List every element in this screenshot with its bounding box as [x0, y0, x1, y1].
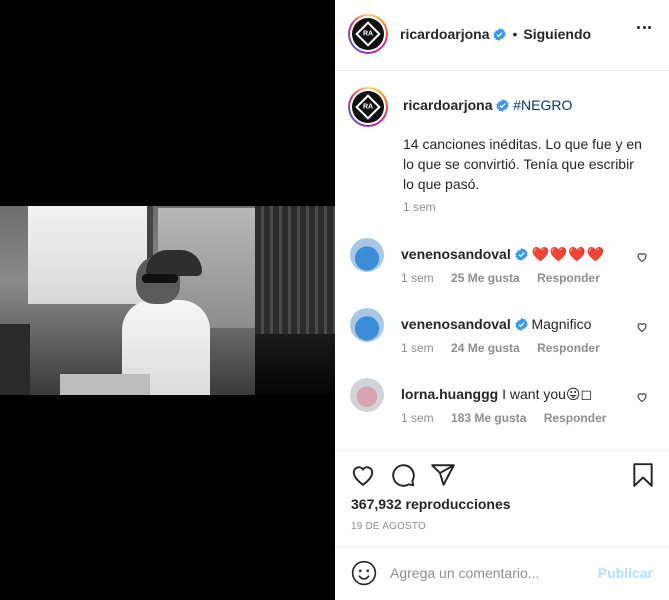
comment-likes[interactable]: 183 Me gusta: [451, 411, 526, 425]
following-button[interactable]: Siguiendo: [523, 26, 591, 42]
comment-username[interactable]: venenosandoval: [401, 246, 511, 262]
comment-body: lorna.huanggg I want you😛◻: [401, 386, 592, 403]
share-icon[interactable]: [430, 462, 456, 488]
separator-dot: •: [512, 26, 518, 42]
comment-time[interactable]: 1 sem: [401, 271, 434, 285]
comment-body: venenosandoval ❤️❤️❤️❤️: [401, 246, 605, 263]
ra-logo: RA: [352, 91, 384, 123]
piano: [255, 334, 335, 395]
comment-meta: 1 sem 25 Me gusta Responder: [401, 271, 600, 285]
comment-item: lorna.huanggg I want you😛◻ 1 sem 183 Me …: [348, 378, 658, 434]
mixing-desk: [60, 374, 150, 395]
comment-username[interactable]: lorna.huanggg: [401, 386, 498, 402]
comment-meta: 1 sem 24 Me gusta Responder: [401, 341, 600, 355]
emoji-icon[interactable]: [351, 560, 377, 586]
comment-form: Publicar: [335, 548, 669, 600]
post-actions: [350, 462, 656, 488]
post-sidebar: RA ricardoarjona • Siguiendo RA ricardoa…: [335, 0, 669, 600]
more-icon[interactable]: [637, 26, 651, 30]
heart-icon[interactable]: [636, 251, 648, 263]
reply-button[interactable]: Responder: [544, 411, 607, 425]
comment-likes[interactable]: 24 Me gusta: [451, 341, 520, 355]
verified-icon: [515, 248, 528, 261]
comment-icon[interactable]: [390, 462, 416, 488]
caption-headline: ricardoarjona #NEGRO: [403, 97, 572, 113]
commenter-avatar[interactable]: [350, 238, 384, 272]
verified-icon: [496, 99, 509, 112]
caption-text: 14 canciones inéditas. Lo que fue y en l…: [403, 136, 642, 192]
artist-glasses: [142, 274, 178, 283]
comment-body: venenosandoval Magnifico: [401, 316, 591, 332]
post-date[interactable]: 19 DE AGOSTO: [351, 521, 426, 532]
comment-text: ❤️❤️❤️❤️: [531, 246, 606, 262]
header-divider: [335, 70, 669, 71]
heart-icon[interactable]: [636, 321, 648, 333]
comment-meta: 1 sem 183 Me gusta Responder: [401, 411, 606, 425]
comment-text: I want you😛◻: [502, 386, 593, 402]
caption-avatar[interactable]: RA: [348, 87, 388, 127]
verified-icon: [515, 318, 528, 331]
ra-logo: RA: [352, 18, 384, 50]
heart-icon[interactable]: [350, 462, 376, 488]
actions-divider: [335, 450, 669, 451]
comment-time[interactable]: 1 sem: [401, 411, 434, 425]
comment-input[interactable]: [390, 561, 590, 585]
post-video-frame[interactable]: [0, 206, 335, 395]
studio-lamp: [0, 324, 30, 395]
publish-button[interactable]: Publicar: [598, 565, 653, 581]
commenter-avatar[interactable]: [350, 308, 384, 342]
reply-button[interactable]: Responder: [537, 271, 600, 285]
artist-hat: [146, 250, 202, 276]
author-username[interactable]: ricardoarjona: [400, 26, 489, 42]
views-count[interactable]: 367,932 reproducciones: [351, 496, 511, 512]
heart-icon[interactable]: [636, 391, 648, 403]
reply-button[interactable]: Responder: [537, 341, 600, 355]
comment-text: Magnifico: [531, 316, 592, 332]
hashtag-link[interactable]: #NEGRO: [513, 97, 572, 113]
comment-username[interactable]: venenosandoval: [401, 316, 511, 332]
commenter-avatar[interactable]: [350, 378, 384, 412]
comment-item: venenosandoval ❤️❤️❤️❤️ 1 sem 25 Me gust…: [348, 238, 658, 294]
comment-likes[interactable]: 25 Me gusta: [451, 271, 520, 285]
author-avatar[interactable]: RA: [348, 14, 388, 54]
caption-time[interactable]: 1 sem: [403, 200, 436, 214]
post-header: RA ricardoarjona • Siguiendo: [348, 14, 591, 54]
comment-item: venenosandoval Magnifico 1 sem 24 Me gus…: [348, 308, 658, 364]
caption-username[interactable]: ricardoarjona: [403, 97, 492, 113]
comment-time[interactable]: 1 sem: [401, 341, 434, 355]
verified-icon: [493, 27, 507, 41]
bookmark-icon[interactable]: [630, 462, 656, 488]
artist-head: [136, 250, 202, 304]
post-media[interactable]: [0, 0, 335, 600]
